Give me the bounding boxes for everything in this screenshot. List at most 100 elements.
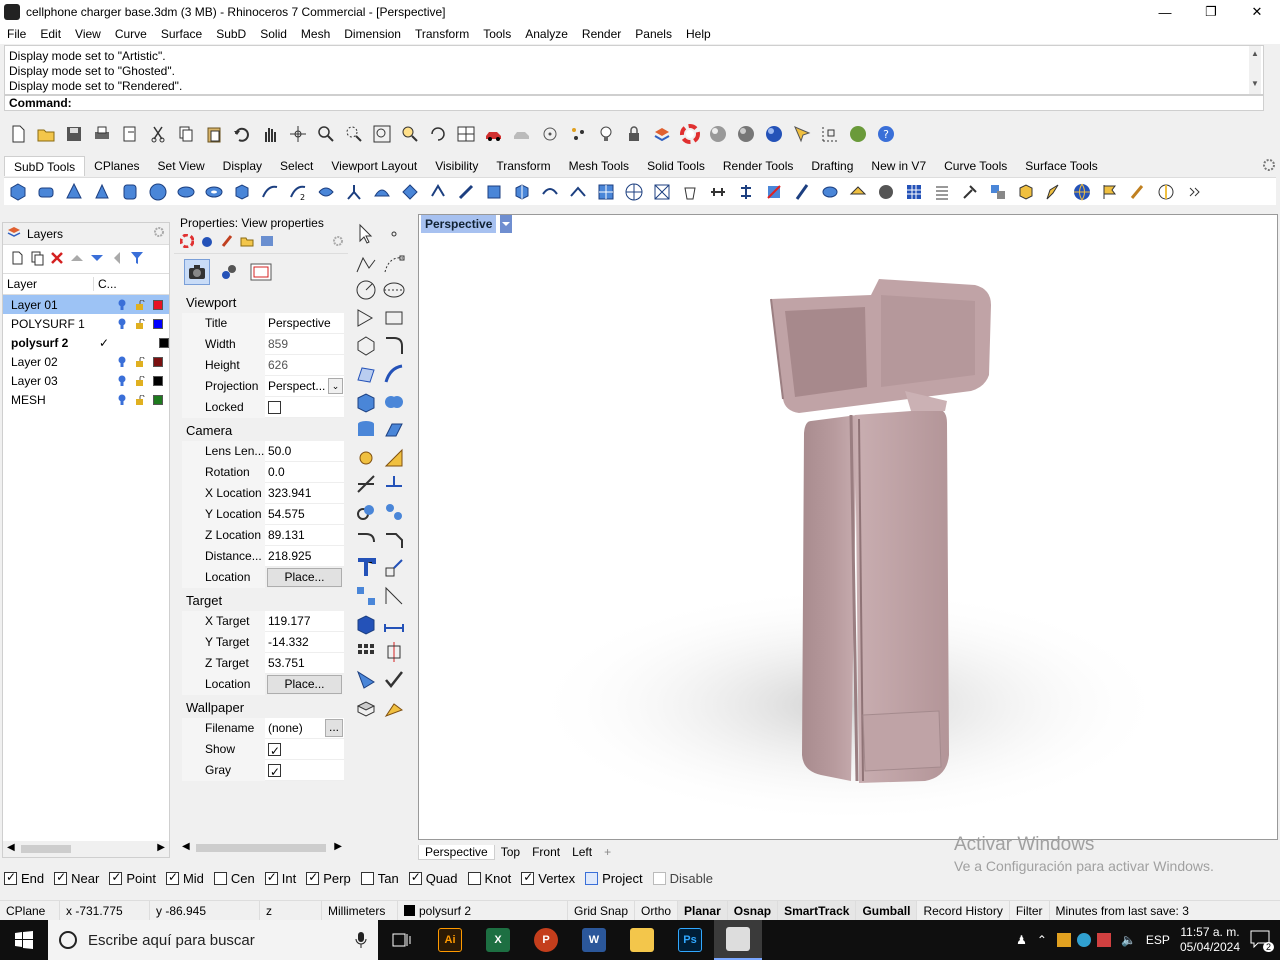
circle-icon[interactable]: [354, 278, 378, 302]
osnap-cen-checkbox[interactable]: [213, 871, 227, 885]
chamfer-icon[interactable]: [382, 528, 406, 552]
visible-bulb-icon[interactable]: [117, 394, 127, 406]
points-icon[interactable]: [564, 120, 592, 148]
menu-panels[interactable]: Panels: [628, 27, 679, 41]
word-icon[interactable]: W: [570, 920, 618, 960]
menu-mesh[interactable]: Mesh: [294, 27, 337, 41]
undo-icon[interactable]: [228, 120, 256, 148]
unlock-icon[interactable]: [135, 318, 145, 329]
subd-ellipsoid-icon[interactable]: [172, 179, 200, 205]
menu-curve[interactable]: Curve: [108, 27, 154, 41]
lens-length-field[interactable]: 50.0: [265, 441, 344, 462]
visible-bulb-icon[interactable]: [117, 299, 127, 311]
osnap-knot-checkbox[interactable]: [467, 871, 481, 885]
language-indicator[interactable]: ESP: [1146, 933, 1170, 947]
decal-tab-icon[interactable]: [220, 234, 234, 251]
visible-bulb-icon[interactable]: [117, 375, 127, 387]
subd-loft-icon[interactable]: [256, 179, 284, 205]
osnap-perp-checkbox[interactable]: [306, 870, 320, 885]
osnap-toggle[interactable]: Osnap: [727, 900, 779, 921]
food4rhino-icon[interactable]: [844, 120, 872, 148]
tab-solid-tools[interactable]: Solid Tools: [638, 156, 714, 176]
tab-subd-tools[interactable]: SubD Tools: [4, 156, 86, 176]
print-icon[interactable]: [88, 120, 116, 148]
viewport-frame-icon[interactable]: [248, 259, 274, 285]
subd-sphere-icon[interactable]: [4, 179, 32, 205]
fillet-curve-icon[interactable]: [382, 334, 406, 358]
camera-icon[interactable]: [184, 259, 210, 285]
help-icon[interactable]: ?: [872, 120, 900, 148]
subd-weld-icon[interactable]: [536, 179, 564, 205]
unlock-icon[interactable]: [135, 394, 145, 405]
grid-array-icon[interactable]: [354, 640, 378, 664]
layer-color-swatch[interactable]: [153, 394, 163, 405]
subd-display-icon[interactable]: [816, 179, 844, 205]
menu-help[interactable]: Help: [679, 27, 718, 41]
osnap-vertex[interactable]: Vertex: [521, 870, 575, 886]
delete-layer-icon[interactable]: [49, 250, 65, 269]
explode-icon[interactable]: [382, 500, 406, 524]
osnap-disable[interactable]: Disable: [652, 871, 713, 886]
layer-column[interactable]: Layer: [3, 277, 93, 291]
paste-icon[interactable]: [200, 120, 228, 148]
tab-new-in-v7[interactable]: New in V7: [862, 156, 935, 176]
tab-front[interactable]: Front: [526, 845, 566, 859]
layers-panel-title[interactable]: Layers: [27, 227, 63, 241]
tab-mesh-tools[interactable]: Mesh Tools: [560, 156, 638, 176]
osnap-target-icon[interactable]: [536, 120, 564, 148]
file-explorer-icon[interactable]: [618, 920, 666, 960]
scale-icon[interactable]: [382, 556, 406, 580]
subd-cylinder-icon[interactable]: [116, 179, 144, 205]
subd-offset-icon[interactable]: [452, 179, 480, 205]
select-arrow-icon[interactable]: [354, 222, 378, 246]
ortho-toggle[interactable]: Ortho: [635, 900, 679, 921]
properties-hscrollbar[interactable]: ◀ ▶: [178, 840, 346, 856]
lock-icon[interactable]: [620, 120, 648, 148]
projection-select[interactable]: Perspect... ⌄: [265, 376, 344, 397]
toolbar-overflow-icon[interactable]: [1180, 179, 1208, 205]
folder-tab-icon[interactable]: [240, 234, 254, 251]
tab-perspective[interactable]: Perspective: [418, 844, 495, 860]
menu-render[interactable]: Render: [575, 27, 628, 41]
subd-extrude-icon[interactable]: [424, 179, 452, 205]
volume-icon[interactable]: 🔈: [1121, 933, 1136, 947]
filter-icon[interactable]: [129, 250, 145, 269]
render-sphere-icon[interactable]: [760, 120, 788, 148]
ellipse-icon[interactable]: [382, 278, 406, 302]
layer-color-swatch[interactable]: [153, 299, 163, 310]
menu-transform[interactable]: Transform: [408, 27, 476, 41]
layer-color-swatch[interactable]: [153, 356, 163, 367]
subd-bridge-icon[interactable]: [368, 179, 396, 205]
tab-surface-tools[interactable]: Surface Tools: [1016, 156, 1107, 176]
pan-hand-icon[interactable]: [256, 120, 284, 148]
tab-render-tools[interactable]: Render Tools: [714, 156, 803, 176]
osnap-quad[interactable]: Quad: [408, 870, 458, 886]
trim-icon[interactable]: [354, 472, 378, 496]
osnap-mid-checkbox[interactable]: [165, 870, 179, 885]
tab-select[interactable]: Select: [271, 156, 322, 176]
zoom-icon[interactable]: [312, 120, 340, 148]
illustrator-icon[interactable]: Ai: [426, 920, 474, 960]
mesh-box-icon[interactable]: [354, 696, 378, 720]
display-mode-icon[interactable]: [216, 259, 242, 285]
osnap-tan-checkbox[interactable]: [360, 871, 374, 885]
y-location-field[interactable]: 54.575: [265, 504, 344, 525]
osnap-project[interactable]: Project: [585, 871, 643, 886]
tab-display[interactable]: Display: [214, 156, 271, 176]
unlock-icon[interactable]: [135, 356, 145, 367]
new-sublayer-icon[interactable]: [29, 250, 45, 269]
tab-left[interactable]: Left: [566, 845, 598, 859]
excel-icon[interactable]: X: [474, 920, 522, 960]
camera-place-button[interactable]: Place...: [267, 568, 342, 587]
subd-unweld-icon[interactable]: [564, 179, 592, 205]
title-field[interactable]: Perspective: [265, 313, 344, 334]
rendered-model[interactable]: [419, 215, 1277, 839]
new-layer-icon[interactable]: [9, 250, 25, 269]
zoom-window-icon[interactable]: [340, 120, 368, 148]
menu-dimension[interactable]: Dimension: [337, 27, 408, 41]
z-target-field[interactable]: 53.751: [265, 653, 344, 674]
unlock-icon[interactable]: [135, 375, 145, 386]
subd-pen-icon[interactable]: [788, 179, 816, 205]
layer-row[interactable]: Layer 03: [3, 371, 169, 390]
command-line[interactable]: Command:: [4, 95, 1264, 111]
